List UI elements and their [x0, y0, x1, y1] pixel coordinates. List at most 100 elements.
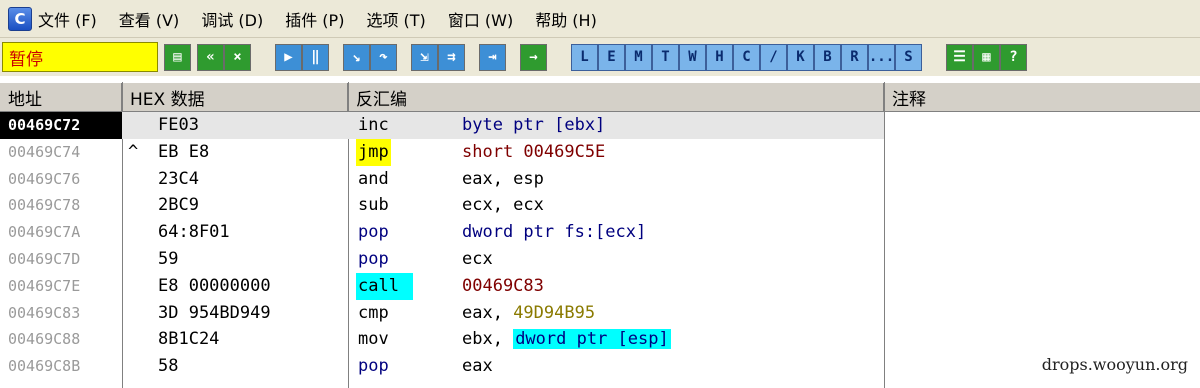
menu-debug[interactable]: 调试 (D): [201, 7, 263, 31]
row-operand: 00469C83: [462, 275, 544, 296]
step-into-icon[interactable]: ↘: [343, 43, 370, 71]
goto-icon[interactable]: →: [520, 43, 547, 71]
call-stack-window-button[interactable]: K: [787, 43, 814, 71]
column-headers: 地址 HEX 数据 反汇编 注释: [0, 82, 1200, 112]
row-address: 00469C7D: [8, 249, 81, 268]
table-row[interactable]: 00469C78 2BC9 sub ecx, ecx: [0, 192, 1200, 219]
table-row[interactable]: 00469C8B 58 pop eax: [0, 353, 1200, 380]
memory-window-button[interactable]: M: [625, 43, 652, 71]
row-hex: 58: [158, 356, 179, 377]
menu-options[interactable]: 选项 (T): [366, 7, 425, 31]
table-row[interactable]: 00469C72 FE03 inc byte ptr [ebx]: [0, 112, 1200, 139]
patches-window-button[interactable]: /: [760, 43, 787, 71]
row-immediate: 49D94B95: [513, 302, 596, 323]
row-address: 00469C7E: [8, 276, 81, 295]
row-hex: 59: [158, 248, 179, 269]
header-disassembly[interactable]: 反汇编: [348, 83, 884, 111]
row-operands: eax, 49D94B95: [462, 300, 595, 327]
menu-file[interactable]: 文件 (F): [38, 7, 97, 31]
row-operand: ecx, ecx: [462, 195, 544, 216]
log-window-button[interactable]: L: [571, 43, 598, 71]
row-operands: byte ptr [ebx]: [462, 112, 605, 139]
table-row[interactable]: 00469C88 8B1C24 mov ebx, dword ptr [esp]: [0, 326, 1200, 353]
row-hex: 2BC9: [158, 195, 199, 216]
menu-view[interactable]: 查看 (V): [119, 7, 180, 31]
list-icon[interactable]: ☰: [946, 43, 973, 71]
row-operand: dword ptr fs:[ecx]: [462, 222, 647, 243]
row-operands: ecx: [462, 246, 493, 273]
cpu-window-button[interactable]: C: [733, 43, 760, 71]
row-operands: eax, esp: [462, 166, 544, 193]
row-mnemonic: sub: [358, 195, 389, 216]
header-hex[interactable]: HEX 数据: [122, 83, 348, 111]
row-mnemonic: inc: [358, 115, 389, 135]
source-window-button[interactable]: S: [895, 43, 922, 71]
trace-over-icon[interactable]: ⇉: [438, 43, 465, 71]
row-mnemonic: pop: [358, 222, 389, 243]
header-comment[interactable]: 注释: [884, 83, 1200, 111]
menu-bar: C 文件 (F) 查看 (V) 调试 (D) 插件 (P) 选项 (T) 窗口 …: [0, 0, 1200, 38]
menu-help[interactable]: 帮助 (H): [535, 7, 597, 31]
disassembly-list: 00469C72 FE03 inc byte ptr [ebx] 00469C7…: [0, 112, 1200, 380]
table-row[interactable]: 00469C7E E8 00000000 call 00469C83: [0, 272, 1200, 300]
row-address: 00469C8B: [8, 357, 81, 376]
row-address: 00469C83: [8, 303, 81, 322]
execute-till-return-icon[interactable]: ⇥: [479, 43, 506, 71]
breakpoints-window-button[interactable]: B: [814, 43, 841, 71]
row-mnemonic: pop: [358, 248, 389, 269]
row-address: 00469C76: [8, 169, 81, 188]
row-operands: ecx, ecx: [462, 192, 544, 219]
toolbar: 暂停 ▤ « × ▶ ‖ ↘ ↷ ⇲ ⇉ ⇥ → L E M T W H C /…: [0, 38, 1200, 76]
references-window-button[interactable]: R: [841, 43, 868, 71]
menu-plugins[interactable]: 插件 (P): [285, 7, 344, 31]
watermark: drops.wooyun.org: [1039, 355, 1190, 374]
table-row[interactable]: 00469C83 3D 954BD949 cmp eax, 49D94B95: [0, 300, 1200, 327]
row-hex: FE03: [158, 115, 199, 135]
row-operand: ebx,: [462, 329, 514, 350]
row-mnemonic: mov: [358, 329, 389, 350]
app-icon[interactable]: C: [8, 6, 32, 31]
handles-window-button[interactable]: H: [706, 43, 733, 71]
row-operands: ebx, dword ptr [esp]: [462, 326, 671, 353]
row-hex: E8 00000000: [158, 275, 271, 296]
grid-icon[interactable]: ▦: [973, 43, 1000, 71]
restart-icon[interactable]: «: [197, 43, 224, 71]
modules-window-button[interactable]: E: [598, 43, 625, 71]
threads-window-button[interactable]: T: [652, 43, 679, 71]
row-mnemonic: pop: [358, 356, 389, 377]
trace-into-icon[interactable]: ⇲: [411, 43, 438, 71]
status-indicator: 暂停: [2, 42, 158, 72]
row-operand: eax: [462, 356, 493, 377]
row-mnemonic: cmp: [358, 302, 389, 323]
help-icon[interactable]: ?: [1000, 43, 1027, 71]
row-operand: short 00469C5E: [462, 141, 606, 162]
row-hex: 8B1C24: [158, 329, 220, 350]
menu-window[interactable]: 窗口 (W): [448, 7, 513, 31]
table-row[interactable]: 00469C74 ^ EB E8 jmp short 00469C5E: [0, 138, 1200, 166]
row-operands: dword ptr fs:[ecx]: [462, 219, 646, 246]
row-address: 00469C78: [8, 196, 81, 215]
row-mnemonic: and: [358, 168, 389, 189]
row-address: 00469C74: [8, 142, 81, 161]
row-operand: eax, esp: [462, 168, 544, 189]
open-icon[interactable]: ▤: [164, 43, 191, 71]
row-mnemonic: jmp: [356, 138, 391, 166]
step-over-icon[interactable]: ↷: [370, 43, 397, 71]
table-row[interactable]: 00469C76 23C4 and eax, esp: [0, 166, 1200, 193]
close-icon[interactable]: ×: [224, 43, 251, 71]
row-address: 00469C72: [0, 112, 122, 139]
row-operands: 00469C83: [462, 273, 544, 300]
table-row[interactable]: 00469C7D 59 pop ecx: [0, 246, 1200, 273]
row-operand: eax,: [462, 302, 514, 323]
windows-window-button[interactable]: W: [679, 43, 706, 71]
header-address[interactable]: 地址: [0, 83, 122, 111]
run-icon[interactable]: ▶: [275, 43, 302, 71]
row-operands: eax: [462, 353, 493, 380]
row-address: 00469C88: [8, 330, 81, 349]
table-row[interactable]: 00469C7A 64:8F01 pop dword ptr fs:[ecx]: [0, 219, 1200, 246]
row-mnemonic: call: [356, 272, 413, 300]
row-operand: byte ptr [ebx]: [462, 115, 606, 135]
pause-icon[interactable]: ‖: [302, 43, 329, 71]
run-trace-window-button[interactable]: ...: [868, 43, 895, 71]
jump-marker: ^: [128, 141, 139, 162]
